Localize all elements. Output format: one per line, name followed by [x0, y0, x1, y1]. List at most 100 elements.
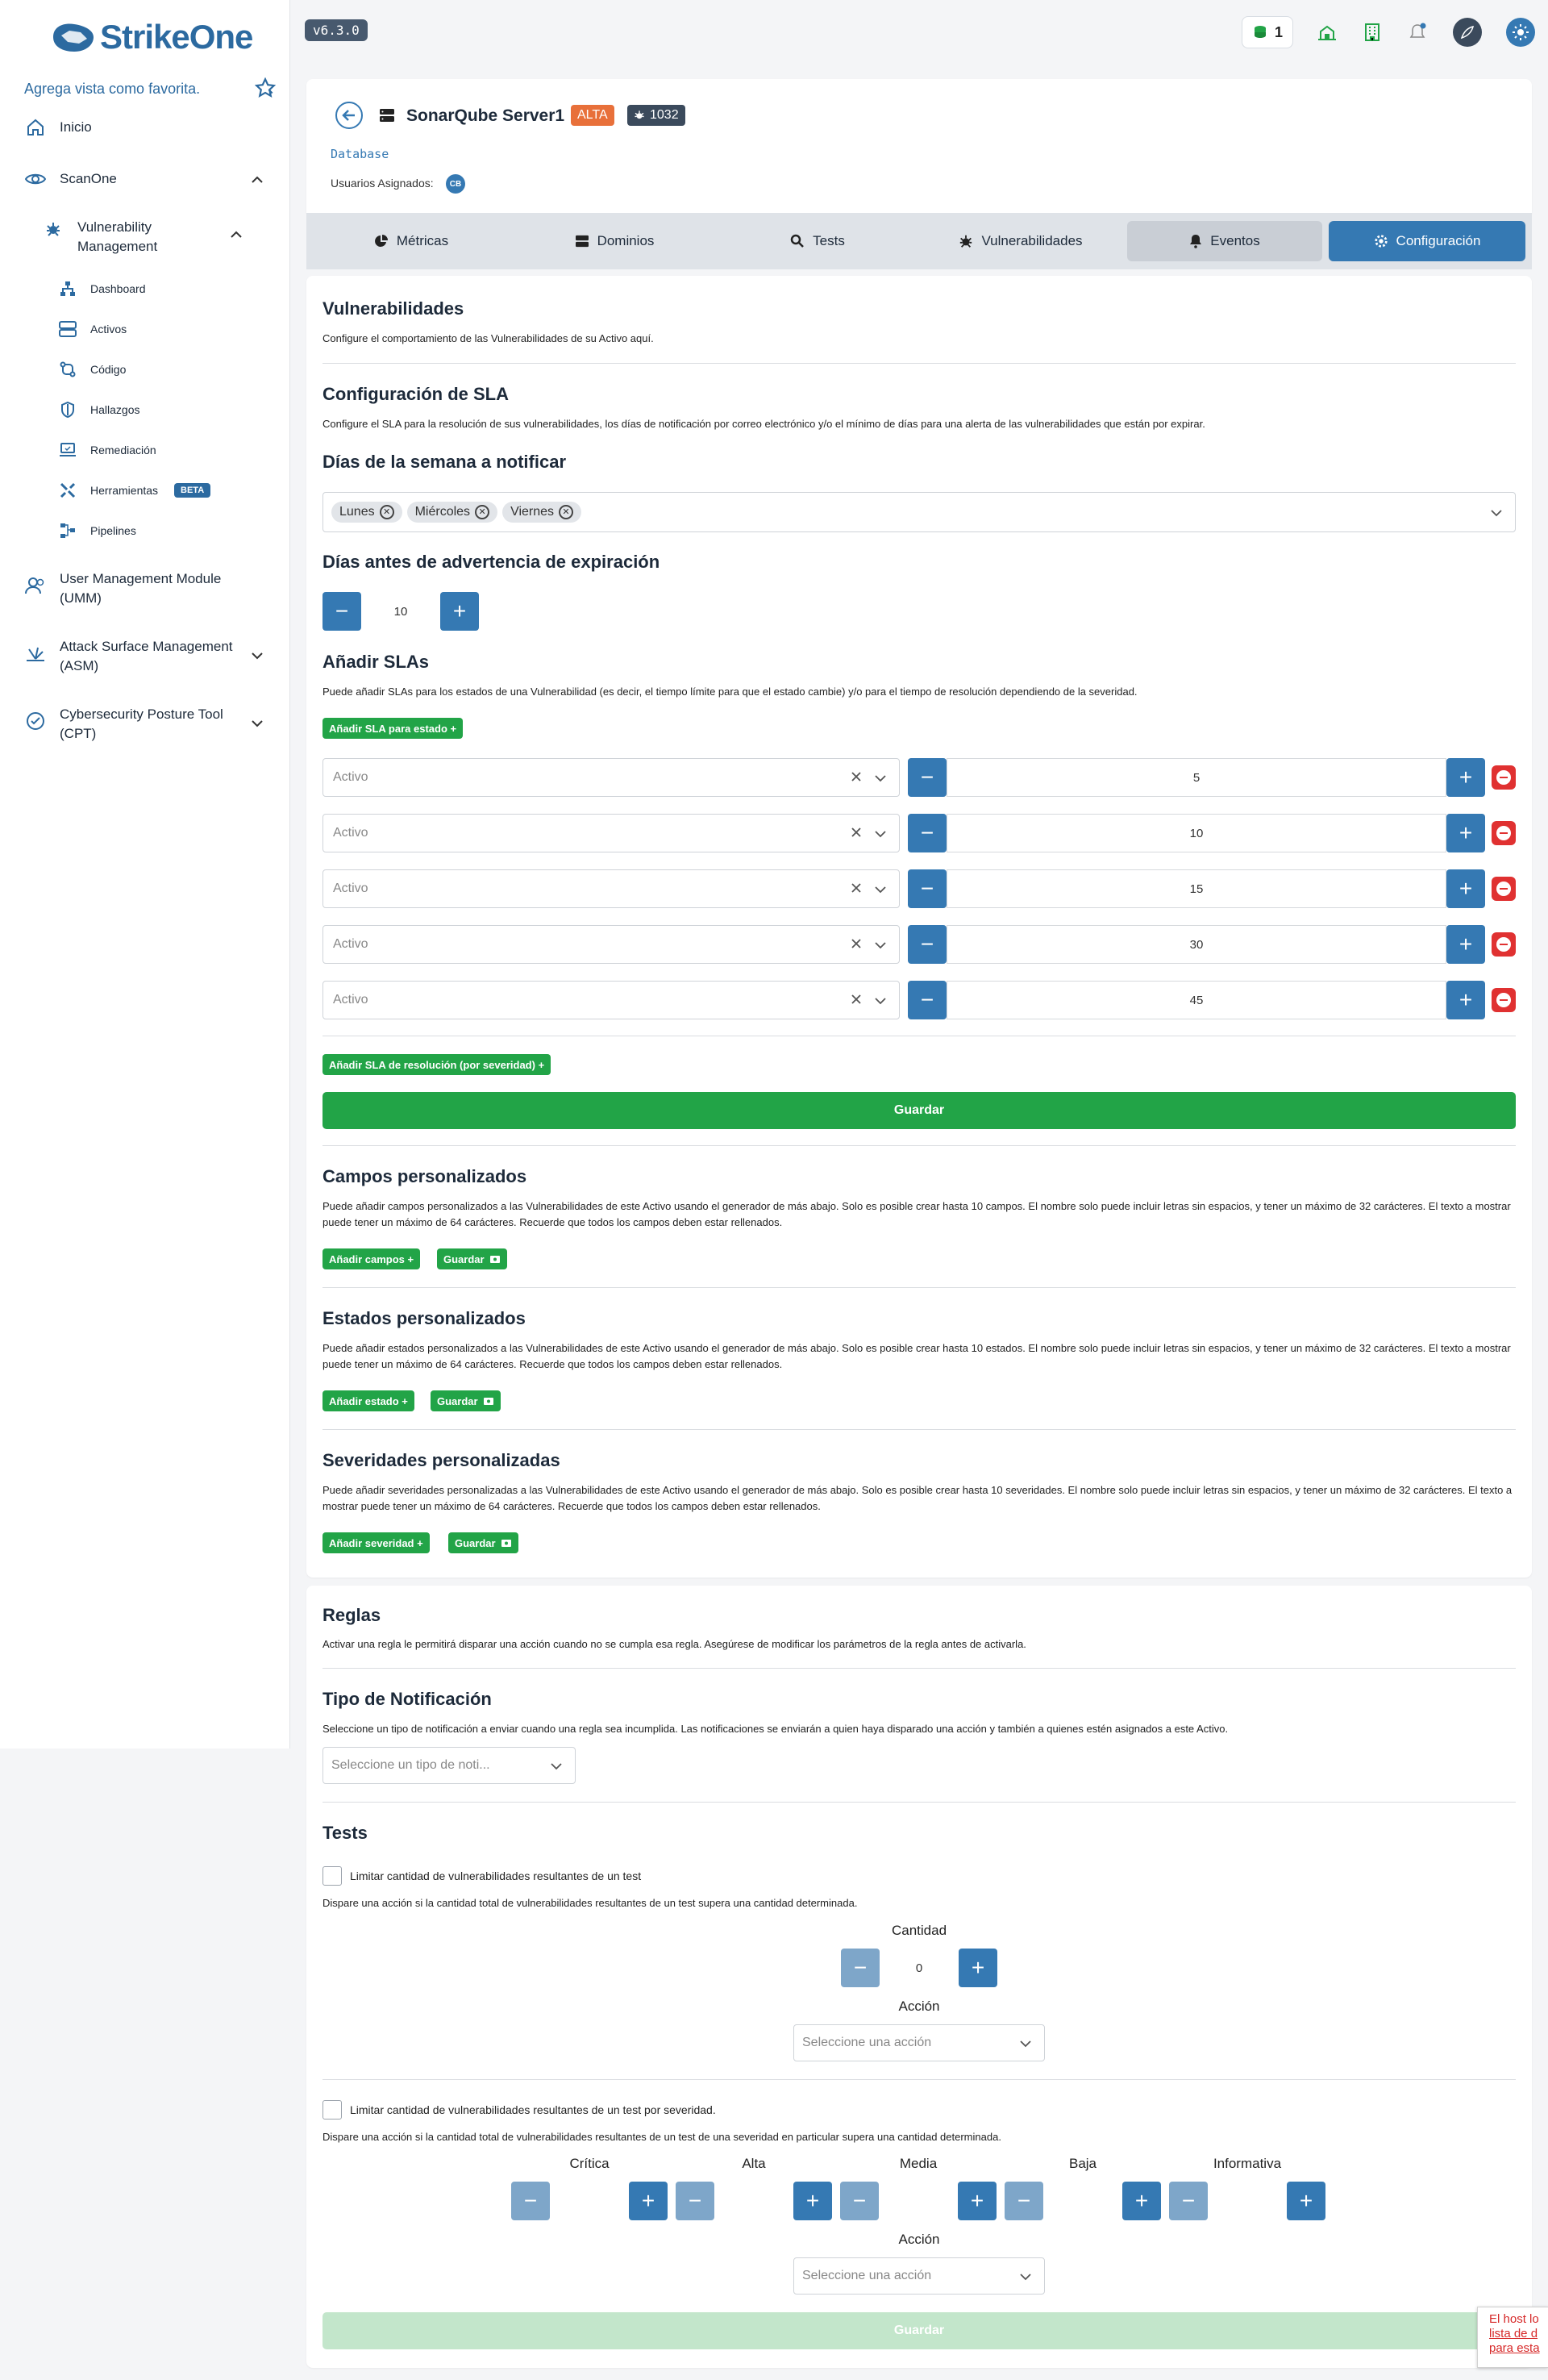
theme-toggle[interactable] — [1506, 18, 1535, 47]
clear-icon[interactable] — [849, 825, 863, 840]
sla-days-input[interactable]: 30 — [947, 925, 1446, 964]
save-fields-button[interactable]: Guardar — [437, 1248, 507, 1269]
chevron-up-icon[interactable] — [229, 227, 243, 242]
assigned-user-avatar[interactable]: CB — [446, 174, 465, 194]
nav-umm[interactable]: User Management Module (UMM) — [24, 569, 221, 608]
chevron-down-icon[interactable] — [873, 994, 888, 1008]
remove-sla-button[interactable] — [1492, 877, 1516, 901]
increment-button[interactable]: + — [1287, 2182, 1325, 2220]
sidebar-item-dashboard[interactable]: Dashboard — [58, 279, 146, 298]
clear-icon[interactable] — [849, 936, 863, 951]
chevron-down-icon[interactable] — [873, 882, 888, 897]
nav-vulnerability-management[interactable]: Vulnerability Management — [42, 218, 157, 256]
severity-media-input[interactable] — [879, 2182, 958, 2220]
save-rules-button[interactable]: Guardar — [322, 2312, 1516, 2349]
remove-sla-button[interactable] — [1492, 932, 1516, 957]
remove-chip-icon[interactable]: ✕ — [475, 505, 490, 519]
sla-state-select[interactable]: Activo — [322, 981, 900, 1019]
add-sla-resolution-button[interactable]: Añadir SLA de resolución (por severidad)… — [322, 1054, 551, 1075]
increment-button[interactable]: + — [440, 592, 479, 631]
action-select[interactable]: Seleccione una acción — [793, 2024, 1045, 2061]
tab-vulnerabilidades[interactable]: Vulnerabilidades — [916, 221, 1126, 261]
decrement-button[interactable]: − — [840, 2182, 879, 2220]
cantidad-input[interactable]: 0 — [880, 1949, 959, 1987]
remove-sla-button[interactable] — [1492, 988, 1516, 1012]
nav-scanone[interactable]: ScanOne — [24, 168, 117, 190]
severity-alta-input[interactable] — [714, 2182, 793, 2220]
decrement-button[interactable]: − — [1005, 2182, 1043, 2220]
sidebar-item-herramientas[interactable]: Herramientas BETA — [58, 481, 211, 500]
notification-type-select[interactable]: Seleccione un tipo de noti... — [322, 1747, 576, 1784]
sidebar-item-codigo[interactable]: Código — [58, 360, 126, 379]
nav-asm[interactable]: Attack Surface Management (ASM) — [24, 637, 233, 676]
warning-days-input[interactable]: 10 — [361, 592, 440, 631]
user-avatar[interactable] — [1453, 18, 1482, 47]
tab-eventos[interactable]: Eventos — [1127, 221, 1322, 261]
decrement-button[interactable]: − — [322, 592, 361, 631]
chevron-down-icon[interactable] — [1489, 506, 1504, 520]
sla-state-select[interactable]: Activo — [322, 869, 900, 908]
chevron-down-icon[interactable] — [873, 771, 888, 786]
chevron-down-icon[interactable] — [873, 827, 888, 841]
increment-button[interactable]: + — [1446, 925, 1485, 964]
sidebar-item-pipelines[interactable]: Pipelines — [58, 521, 136, 540]
add-fields-button[interactable]: Añadir campos + — [322, 1248, 421, 1269]
tab-configuracion[interactable]: Configuración — [1329, 221, 1525, 261]
sidebar-item-hallazgos[interactable]: Hallazgos — [58, 400, 139, 419]
clear-icon[interactable] — [849, 769, 863, 784]
building-icon[interactable] — [1358, 18, 1387, 47]
sidebar-item-remediacion[interactable]: Remediación — [58, 440, 156, 460]
decrement-button[interactable]: − — [908, 869, 947, 908]
limit-severity-checkbox[interactable] — [322, 2100, 342, 2119]
sla-days-input[interactable]: 45 — [947, 981, 1446, 1019]
star-icon[interactable] — [254, 77, 277, 98]
coins-counter[interactable]: 1 — [1242, 16, 1293, 48]
increment-button[interactable]: + — [1122, 2182, 1161, 2220]
severity-baja-input[interactable] — [1043, 2182, 1122, 2220]
add-sla-state-button[interactable]: Añadir SLA para estado + — [322, 718, 464, 739]
sla-state-select[interactable]: Activo — [322, 814, 900, 852]
clear-icon[interactable] — [849, 992, 863, 1007]
limit-test-checkbox[interactable] — [322, 1866, 342, 1886]
decrement-button[interactable]: − — [908, 814, 947, 852]
sla-state-select[interactable]: Activo — [322, 925, 900, 964]
brand-logo[interactable]: StrikeOne — [50, 18, 253, 56]
save-states-button[interactable]: Guardar — [431, 1390, 501, 1411]
save-severities-button[interactable]: Guardar — [448, 1532, 518, 1553]
chevron-up-icon[interactable] — [250, 173, 264, 187]
increment-button[interactable]: + — [958, 2182, 997, 2220]
organization-icon[interactable] — [1313, 18, 1342, 47]
tab-metricas[interactable]: Métricas — [306, 221, 516, 261]
action-select[interactable]: Seleccione una acción — [793, 2257, 1045, 2295]
toast-notification[interactable]: El host lo lista de d para esta — [1477, 2307, 1548, 2368]
increment-button[interactable]: + — [1446, 981, 1485, 1019]
increment-button[interactable]: + — [629, 2182, 668, 2220]
decrement-button[interactable]: − — [908, 925, 947, 964]
decrement-button[interactable]: − — [908, 758, 947, 797]
tab-dominios[interactable]: Dominios — [510, 221, 719, 261]
chevron-down-icon[interactable] — [250, 648, 264, 663]
chevron-down-icon[interactable] — [250, 716, 264, 731]
add-state-button[interactable]: Añadir estado + — [322, 1390, 414, 1411]
remove-chip-icon[interactable]: ✕ — [379, 505, 394, 519]
sla-days-input[interactable]: 5 — [947, 758, 1446, 797]
chevron-down-icon[interactable] — [873, 938, 888, 952]
nav-inicio[interactable]: Inicio — [24, 116, 92, 139]
add-severity-button[interactable]: Añadir severidad + — [322, 1532, 430, 1553]
decrement-button[interactable]: − — [841, 1949, 880, 1987]
decrement-button[interactable]: − — [511, 2182, 550, 2220]
decrement-button[interactable]: − — [908, 981, 947, 1019]
remove-sla-button[interactable] — [1492, 821, 1516, 845]
increment-button[interactable]: + — [1446, 869, 1485, 908]
bell-icon[interactable] — [1403, 18, 1432, 47]
increment-button[interactable]: + — [1446, 814, 1485, 852]
severity-critica-input[interactable] — [550, 2182, 629, 2220]
clear-icon[interactable] — [849, 881, 863, 895]
back-button[interactable] — [335, 102, 363, 129]
increment-button[interactable]: + — [959, 1949, 997, 1987]
tab-tests[interactable]: Tests — [713, 221, 922, 261]
sla-days-input[interactable]: 10 — [947, 814, 1446, 852]
increment-button[interactable]: + — [793, 2182, 832, 2220]
save-sla-button[interactable]: Guardar — [322, 1092, 1516, 1129]
sla-days-input[interactable]: 15 — [947, 869, 1446, 908]
